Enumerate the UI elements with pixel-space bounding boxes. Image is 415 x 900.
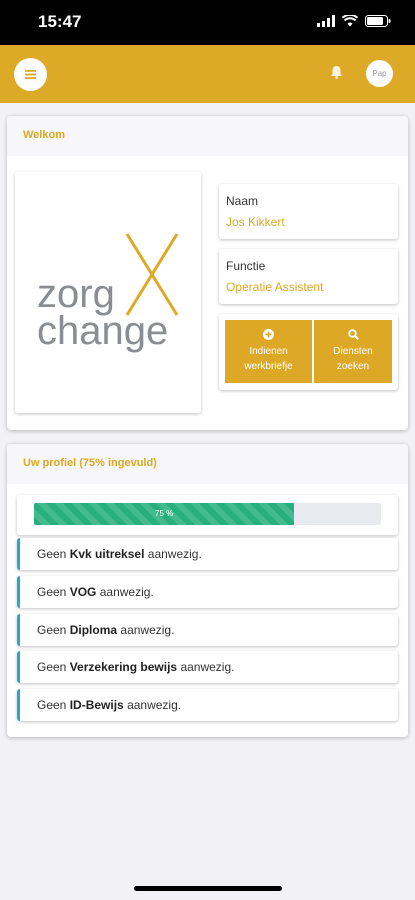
name-label: Naam — [226, 194, 259, 208]
item-name: ID-Bewijs — [69, 698, 124, 712]
item-name: Kvk uitreksel — [69, 547, 145, 561]
status-time: 15:47 — [38, 12, 82, 31]
search-shifts-button[interactable]: Diensten zoeken — [314, 320, 392, 383]
progress-fill: 75 % — [34, 503, 295, 525]
company-logo: zorg change — [15, 172, 201, 413]
item-prefix: Geen — [37, 698, 67, 712]
item-suffix: aanwezig. — [99, 585, 154, 599]
missing-document-item[interactable]: Geen VOG aanwezig. — [17, 576, 398, 608]
submit-timesheet-line1: Indienen — [249, 346, 288, 357]
submit-timesheet-button[interactable]: Indienen werkbriefje — [225, 320, 312, 383]
action-buttons: Indienen werkbriefje Diensten zoeken — [219, 314, 398, 390]
status-bar: 15:47 — [0, 0, 415, 45]
search-shifts-line2: zoeken — [336, 361, 370, 372]
missing-document-item[interactable]: Geen ID-Bewijs aanwezig. — [17, 689, 398, 721]
function-box: Functie Operatie Assistent — [219, 249, 398, 304]
battery-icon — [365, 15, 391, 27]
logo-change-text: change — [37, 309, 168, 353]
item-suffix: aanwezig. — [180, 660, 235, 674]
item-suffix: aanwezig. — [127, 698, 182, 712]
welcome-title: Welkom — [7, 116, 408, 156]
progress-track: 75 % — [34, 503, 381, 525]
item-prefix: Geen — [37, 623, 67, 637]
submit-timesheet-line2: werkbriefje — [244, 361, 293, 372]
item-prefix: Geen — [37, 585, 67, 599]
avatar-text: Pap — [372, 69, 387, 78]
missing-document-item[interactable]: Geen Diploma aanwezig. — [17, 614, 398, 646]
name-value: Jos Kikkert — [226, 215, 285, 229]
home-indicator — [134, 886, 282, 891]
profile-progress: 75 % — [17, 495, 398, 535]
plus-circle-icon — [263, 329, 274, 340]
avatar[interactable]: Pap — [366, 60, 393, 87]
progress-label: 75 % — [155, 509, 174, 518]
hamburger-icon — [25, 70, 36, 79]
status-icons — [317, 15, 391, 27]
item-suffix: aanwezig. — [120, 623, 175, 637]
item-prefix: Geen — [37, 660, 67, 674]
bell-icon[interactable] — [330, 65, 343, 79]
item-prefix: Geen — [37, 547, 67, 561]
name-box: Naam Jos Kikkert — [219, 184, 398, 239]
profile-title: Uw profiel (75% ingevuld) — [7, 444, 408, 484]
zorgchange-logo: zorg change — [37, 233, 179, 353]
search-icon — [347, 329, 359, 340]
function-value: Operatie Assistent — [226, 280, 324, 294]
item-suffix: aanwezig. — [147, 547, 202, 561]
missing-document-item[interactable]: Geen Verzekering bewijs aanwezig. — [17, 651, 398, 683]
wifi-icon — [342, 15, 358, 27]
search-shifts-line1: Diensten — [333, 346, 373, 357]
signal-icon — [317, 15, 335, 27]
menu-button[interactable] — [14, 58, 47, 91]
item-name: Verzekering bewijs — [69, 660, 178, 674]
app-header: Pap — [0, 45, 415, 103]
missing-document-item[interactable]: Geen Kvk uitreksel aanwezig. — [17, 538, 398, 570]
function-label: Functie — [226, 259, 266, 273]
item-name: VOG — [69, 585, 97, 599]
item-name: Diploma — [69, 623, 118, 637]
